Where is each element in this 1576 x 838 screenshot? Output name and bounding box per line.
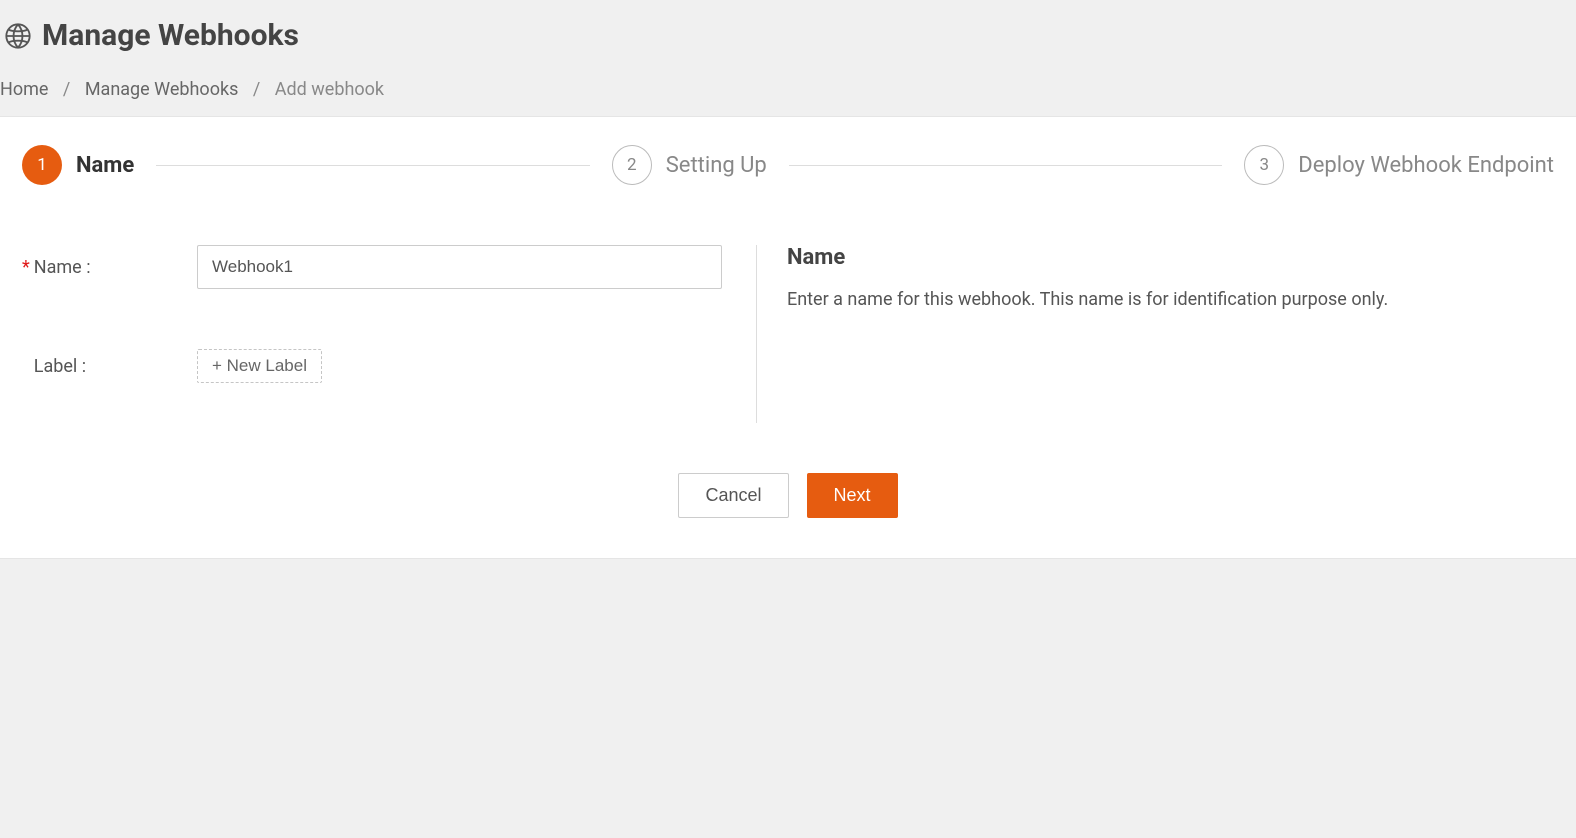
next-button[interactable]: Next (807, 473, 898, 518)
label-label: *Label : (22, 356, 197, 377)
form-area: *Name : *Label : + New Label Name Enter … (0, 215, 1576, 453)
step-circle-3: 3 (1244, 145, 1284, 185)
breadcrumb: Home / Manage Webhooks / Add webhook (0, 73, 1576, 116)
name-label: *Name : (22, 257, 197, 278)
breadcrumb-separator: / (253, 79, 260, 100)
step-2[interactable]: 2 Setting Up (612, 145, 767, 185)
step-line (789, 165, 1222, 166)
help-text: Enter a name for this webhook. This name… (787, 286, 1554, 313)
help-title: Name (787, 245, 1554, 270)
step-label-2: Setting Up (666, 153, 767, 178)
step-label-3: Deploy Webhook Endpoint (1298, 153, 1554, 178)
stepper: 1 Name 2 Setting Up 3 Deploy Webhook End… (0, 117, 1576, 215)
form-row-label: *Label : + New Label (22, 349, 726, 383)
name-input[interactable] (197, 245, 722, 289)
breadcrumb-manage-webhooks[interactable]: Manage Webhooks (85, 79, 239, 100)
title-row: Manage Webhooks (0, 10, 1576, 73)
page-header: Manage Webhooks Home / Manage Webhooks /… (0, 0, 1576, 116)
step-label-1: Name (76, 153, 134, 178)
globe-icon (4, 22, 32, 50)
cancel-button[interactable]: Cancel (678, 473, 788, 518)
required-asterisk: * (22, 257, 30, 278)
page-title: Manage Webhooks (42, 18, 299, 53)
label-label-text: Label : (34, 356, 86, 377)
step-3[interactable]: 3 Deploy Webhook Endpoint (1244, 145, 1554, 185)
form-left: *Name : *Label : + New Label (22, 245, 757, 423)
name-label-text: Name : (34, 257, 91, 278)
step-1[interactable]: 1 Name (22, 145, 134, 185)
button-row: Cancel Next (0, 453, 1576, 558)
step-circle-1: 1 (22, 145, 62, 185)
new-label-button[interactable]: + New Label (197, 349, 322, 383)
step-line (156, 165, 589, 166)
breadcrumb-home[interactable]: Home (0, 79, 48, 100)
step-circle-2: 2 (612, 145, 652, 185)
content-panel: 1 Name 2 Setting Up 3 Deploy Webhook End… (0, 116, 1576, 559)
breadcrumb-current: Add webhook (275, 79, 384, 100)
breadcrumb-separator: / (63, 79, 70, 100)
form-row-name: *Name : (22, 245, 726, 289)
form-help-panel: Name Enter a name for this webhook. This… (757, 245, 1554, 423)
